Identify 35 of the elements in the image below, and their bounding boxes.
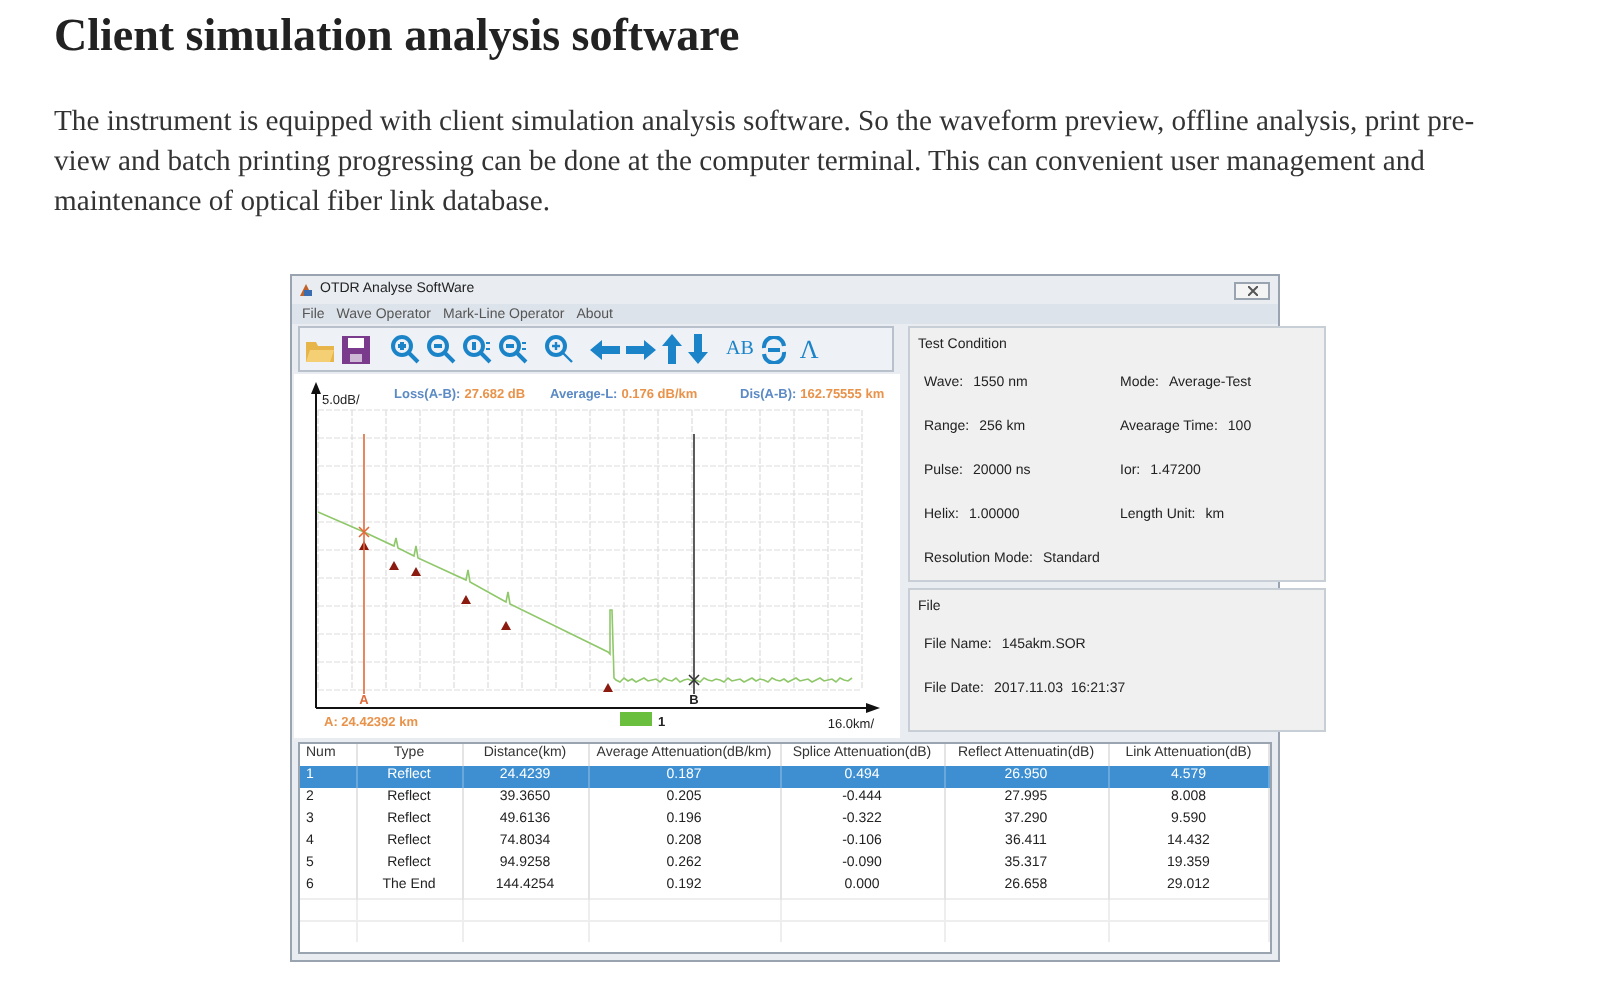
up-arrow-icon [662,334,682,364]
right-arrow-icon [626,339,656,359]
close-button[interactable] [1234,281,1270,299]
zoom-in-icon [462,334,492,364]
zoom-in-icon [390,334,420,364]
close-icon [1247,285,1257,295]
zoom-out-icon [426,334,456,364]
left-arrow-icon [590,339,620,359]
intro-paragraph: The instrument is equipped with client simulation analysis software. So the waveform preview, offline analysis, print pre-view and batch printing progressing can be done at the computer terminal. This can convenient user management and maintenance of optical fiber link database. [54,104,1477,222]
event-marker [501,621,511,630]
cross-mark-icon [688,674,700,686]
save-button[interactable] [342,335,370,363]
legend-swatch [620,712,652,726]
event-marker [411,567,421,576]
event-marker [461,595,471,604]
move-down-button[interactable] [688,334,708,364]
move-up-button[interactable] [662,334,682,364]
cross-mark-icon [358,526,370,538]
app-icon [298,282,314,298]
zoom-fit-button[interactable] [544,334,574,364]
magnifier-icon [544,334,574,364]
down-arrow-icon [688,334,708,364]
zoom-in-button[interactable] [390,334,420,364]
event-marker [603,683,613,692]
event-marker [389,561,399,570]
lambda-button[interactable]: Λ [793,336,825,362]
zoom-out-button[interactable] [426,334,456,364]
zoom-out-horizontal-button[interactable] [498,334,528,364]
event-marker [359,541,369,550]
page-heading: Client simulation analysis software [52,8,742,64]
zoom-out-icon [498,334,528,364]
ab-button[interactable]: AB [726,339,754,359]
zoom-in-horizontal-button[interactable] [462,334,492,364]
move-left-button[interactable] [590,339,620,359]
move-right-button[interactable] [626,339,656,359]
